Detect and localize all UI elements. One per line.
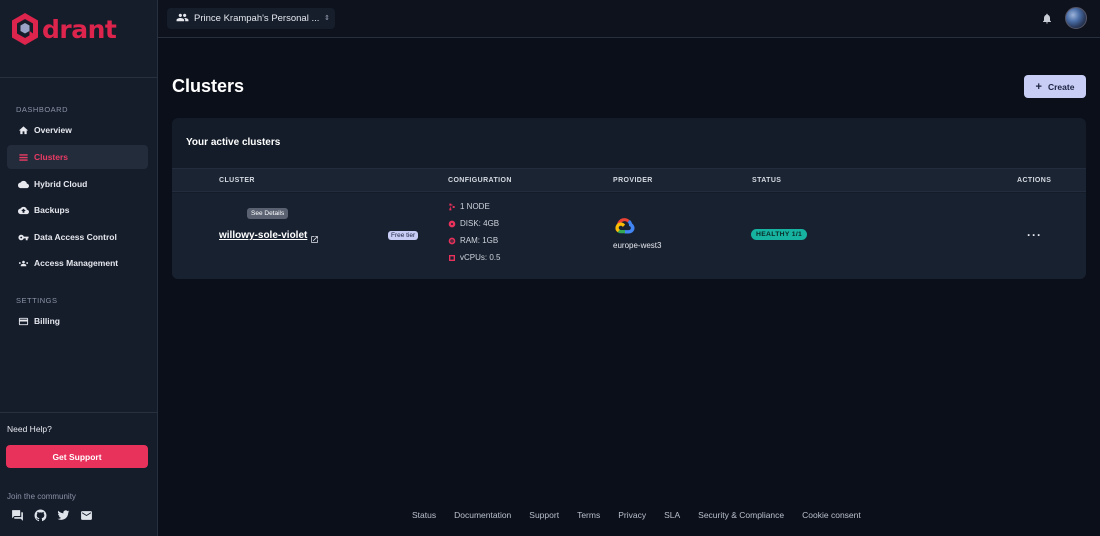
sidebar-item-access-management[interactable]: Access Management [7,251,148,275]
list-icon [18,152,29,163]
sidebar-item-label: Backups [34,205,70,215]
sidebar-item-label: Billing [34,316,60,326]
sidebar-item-billing[interactable]: Billing [7,309,148,333]
disk-icon [448,220,456,228]
get-support-button[interactable]: Get Support [6,445,148,468]
key-icon [18,232,29,243]
twitter-icon[interactable] [57,509,70,522]
create-cluster-button[interactable]: + Create [1024,75,1086,98]
config-ram-text: RAM: 1GB [460,236,499,245]
status-badge: HEALTHY 1/1 [751,229,808,240]
footer-link-terms[interactable]: Terms [577,510,600,520]
sidebar-item-data-access-control[interactable]: Data Access Control [7,225,148,249]
qdrant-logo-mark-icon [12,13,38,45]
sidebar-item-backups[interactable]: Backups [7,198,148,222]
see-details-tooltip: See Details [247,208,289,219]
community-links [11,509,93,522]
user-avatar[interactable] [1065,7,1087,29]
chat-icon[interactable] [11,509,24,522]
logo-text: drant [42,14,117,44]
bell-icon[interactable] [1041,12,1053,25]
github-icon[interactable] [34,509,47,522]
sidebar-item-overview[interactable]: Overview [7,118,148,142]
active-clusters-card: Your active clusters CLUSTER CONFIGURATI… [172,118,1086,279]
table-header: CLUSTER CONFIGURATION PROVIDER STATUS AC… [172,168,1086,192]
sidebar-item-label: Clusters [34,152,69,162]
unfold-icon: ⇕ [324,15,330,22]
card-title: Your active clusters [186,137,281,148]
footer-link-support[interactable]: Support [529,510,559,520]
sidebar-item-label: Data Access Control [34,232,117,242]
config-vcpus-text: vCPUs: 0.5 [460,253,501,262]
page-title: Clusters [172,76,245,96]
organization-name: Prince Krampah's Personal ... [194,13,320,24]
table-row: See Details willowy-sole-violet Free tie… [172,193,1086,279]
dashboard-section-label: DASHBOARD [16,105,69,114]
cluster-name-link[interactable]: willowy-sole-violet [219,230,307,241]
sidebar-divider [0,412,158,413]
need-help-label: Need Help? [7,424,52,434]
external-link-icon[interactable] [310,231,319,243]
people-icon [176,11,189,27]
config-nodes-text: 1 NODE [460,202,490,211]
column-header-cluster: CLUSTER [219,177,255,184]
mail-icon[interactable] [80,509,93,522]
credit-card-icon [18,316,29,327]
ram-icon [448,237,456,245]
cloud-upload-icon [18,205,29,216]
footer-link-security[interactable]: Security & Compliance [698,510,784,520]
sidebar-item-label: Overview [34,125,72,135]
column-header-configuration: CONFIGURATION [448,177,512,184]
column-header-provider: PROVIDER [613,177,653,184]
sidebar-item-hybrid-cloud[interactable]: Hybrid Cloud [7,172,148,196]
sidebar-item-label: Access Management [34,258,119,268]
plus-icon: + [1035,80,1042,93]
qdrant-logo[interactable]: drant [10,12,117,46]
create-label: Create [1047,81,1075,92]
footer-link-sla[interactable]: SLA [664,510,680,520]
sidebar-item-clusters[interactable]: Clusters [7,145,148,169]
topbar: Prince Krampah's Personal ... ⇕ [158,0,1100,38]
cloud-icon [18,179,29,190]
column-header-actions: ACTIONS [1017,177,1052,184]
column-header-status: STATUS [752,177,782,184]
community-label: Join the community [7,492,76,501]
sidebar-item-label: Hybrid Cloud [34,179,88,189]
cpu-icon [448,254,456,262]
group-icon [18,258,29,269]
footer-link-documentation[interactable]: Documentation [454,510,511,520]
google-cloud-icon [615,218,635,234]
provider-region: europe-west3 [613,241,662,250]
config-ram: RAM: 1GB [448,236,498,245]
more-actions-icon[interactable]: ··· [1027,228,1042,242]
sidebar-divider [0,77,158,78]
sidebar: drant DASHBOARD Overview Clusters Hybrid… [0,0,158,536]
config-vcpus: vCPUs: 0.5 [448,253,500,262]
settings-section-label: SETTINGS [16,296,58,305]
home-icon [18,125,29,136]
config-nodes: 1 NODE [448,202,490,211]
footer-link-cookie-consent[interactable]: Cookie consent [802,510,861,520]
footer: Status Documentation Support Terms Priva… [412,510,879,520]
config-disk: DISK: 4GB [448,219,499,228]
nodes-icon [448,203,456,211]
footer-link-privacy[interactable]: Privacy [618,510,646,520]
free-tier-badge: Free tier [388,231,419,240]
organization-selector[interactable]: Prince Krampah's Personal ... ⇕ [167,8,335,29]
config-disk-text: DISK: 4GB [460,219,500,228]
footer-link-status[interactable]: Status [412,510,436,520]
